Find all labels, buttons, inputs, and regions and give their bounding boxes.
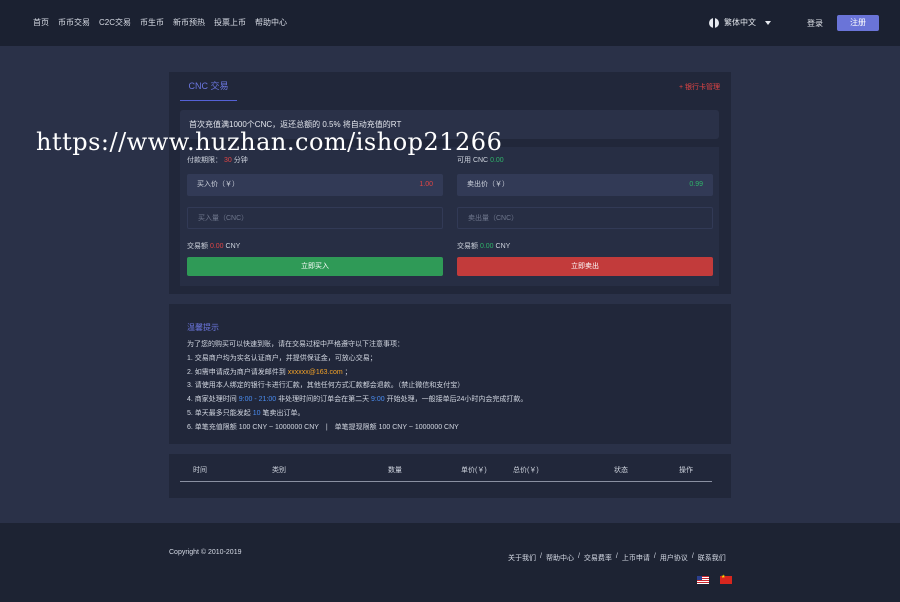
column-header-quantity: 数量 (388, 467, 402, 474)
us-flag-icon[interactable] (697, 576, 709, 584)
footer-separator: / (540, 553, 542, 560)
buy-price-field[interactable]: 买入价（￥） 1.00 (187, 174, 443, 196)
footer-separator: / (577, 553, 580, 560)
footer-separator: / (653, 553, 656, 560)
china-flag-icon[interactable] (720, 574, 732, 584)
tip-item: 3. 请使用本人绑定的银行卡进行汇款，其他任何方式汇款都会退款。（禁止微信和支付… (187, 382, 465, 390)
tips-intro: 为了您的购买可以快速到账，请在交易过程中严格遵守以下注意事项： (187, 341, 404, 348)
column-header-action: 操作 (679, 467, 693, 474)
column-header-total-price: 总价(￥) (513, 467, 539, 474)
copyright-text: Copyright © 2010-2019 (169, 549, 242, 556)
main-nav: 首页 币币交易 C2C交易 币生币 新币预热 投票上币 帮助中心 (33, 17, 287, 28)
tab-cnc-trade[interactable]: CNC 交易 (180, 72, 237, 101)
sell-now-button[interactable]: 立即卖出 (457, 257, 713, 276)
merchant-email-link[interactable]: xxxxxx@163.com (288, 369, 343, 376)
buy-price-label: 买入价（￥） (197, 181, 239, 188)
sell-price-field[interactable]: 卖出价（￥） 0.99 (457, 174, 713, 196)
trade-form: 付款期限： 30 分钟 买入价（￥） 1.00 买入量（CNC） 交易额 0.0… (180, 147, 719, 286)
available-balance: 可用 CNC 0.00 (457, 157, 504, 164)
sell-total: 交易额 0.00 CNY (457, 243, 511, 250)
sell-amount-input[interactable]: 卖出量（CNC） (457, 207, 713, 229)
nav-item-help-center[interactable]: 帮助中心 (255, 17, 287, 28)
sell-price-label: 卖出价（￥） (467, 181, 509, 188)
buy-total: 交易额 0.00 CNY (187, 243, 241, 250)
footer-separator: / (615, 553, 618, 560)
tip-item: 6. 单笔充值限额 100 CNY ~ 1000000 CNY | 单笔提现限额… (187, 423, 459, 431)
buy-amount-input[interactable]: 买入量（CNC） (187, 207, 443, 229)
orders-panel: 时间 类别 数量 单价(￥) 总价(￥) 状态 操作 (169, 454, 731, 498)
footer-link-listing[interactable]: 上币申请 (622, 553, 650, 563)
tips-panel: 温馨提示 为了您的购买可以快速到账，请在交易过程中严格遵守以下注意事项： 1. … (169, 304, 731, 444)
top-navbar: 首页 币币交易 C2C交易 币生币 新币预热 投票上币 帮助中心 繁体中文 登录… (0, 0, 900, 46)
nav-item-coin-generate[interactable]: 币生币 (140, 17, 164, 28)
buy-price-value: 1.00 (419, 181, 433, 188)
column-header-type: 类别 (272, 467, 286, 474)
login-link[interactable]: 登录 (807, 18, 823, 29)
footer-link-about[interactable]: 关于我们 (508, 553, 536, 563)
language-selector[interactable]: 繁体中文 (709, 17, 771, 28)
sell-price-value: 0.99 (689, 181, 703, 188)
chevron-down-icon (765, 20, 771, 25)
buy-now-button[interactable]: 立即买入 (187, 257, 443, 276)
nav-item-home[interactable]: 首页 (33, 17, 49, 28)
footer-link-fees[interactable]: 交易费率 (584, 553, 612, 563)
nav-item-c2c-trade[interactable]: C2C交易 (99, 17, 131, 28)
tips-list: 为了您的购买可以快速到账，请在交易过程中严格遵守以下注意事项： 1. 交易商户均… (187, 338, 527, 435)
column-header-time: 时间 (193, 467, 207, 474)
column-header-unit-price: 单价(￥) (461, 467, 487, 474)
footer-link-agreement[interactable]: 用户协议 (660, 553, 688, 563)
footer-link-contact[interactable]: 联系我们 (698, 553, 726, 563)
tip-item: 5. 单天最多只能发起 10 笔卖出订单。 (187, 409, 305, 417)
nav-item-vote-listing[interactable]: 投票上币 (214, 17, 246, 28)
orders-table-header: 时间 类别 数量 单价(￥) 总价(￥) 状态 操作 (180, 454, 712, 482)
tips-title: 温馨提示 (187, 323, 219, 332)
column-header-status: 状态 (614, 467, 628, 474)
watermark-text: https://www.huzhan.com/ishop21266 (36, 128, 503, 156)
payment-deadline: 付款期限： 30 分钟 (187, 157, 248, 164)
tip-item: 1. 交易商户均为实名认证商户，并提供保证金，可放心交易； (187, 354, 377, 362)
nav-item-coin-trade[interactable]: 币币交易 (58, 17, 90, 28)
main-content: CNC 交易 + 银行卡管理 首次充值满1000个CNC，返还总额的 0.5% … (0, 46, 900, 523)
footer: Copyright © 2010-2019 关于我们 / 帮助中心 / 交易费率… (0, 523, 900, 602)
footer-link-help[interactable]: 帮助中心 (546, 553, 574, 563)
tip-item: 4. 商家处理时间 9:00 - 21:00 非处理时间的订单会在第二天 9:0… (187, 396, 528, 404)
nav-item-new-coin[interactable]: 新币预热 (173, 17, 205, 28)
language-label: 繁体中文 (724, 18, 756, 27)
tip-item: 2. 如需申请成为商户请发邮件到 xxxxxx@163.com ； (187, 368, 352, 376)
footer-separator: / (691, 553, 694, 560)
trade-panel: CNC 交易 + 银行卡管理 首次充值满1000个CNC，返还总额的 0.5% … (169, 72, 731, 294)
bank-card-link[interactable]: + 银行卡管理 (679, 82, 720, 92)
footer-links: 关于我们 / 帮助中心 / 交易费率 / 上币申请 / 用户协议 / 联系我们 (508, 553, 726, 563)
register-button[interactable]: 注册 (837, 15, 879, 31)
globe-icon (709, 17, 719, 28)
